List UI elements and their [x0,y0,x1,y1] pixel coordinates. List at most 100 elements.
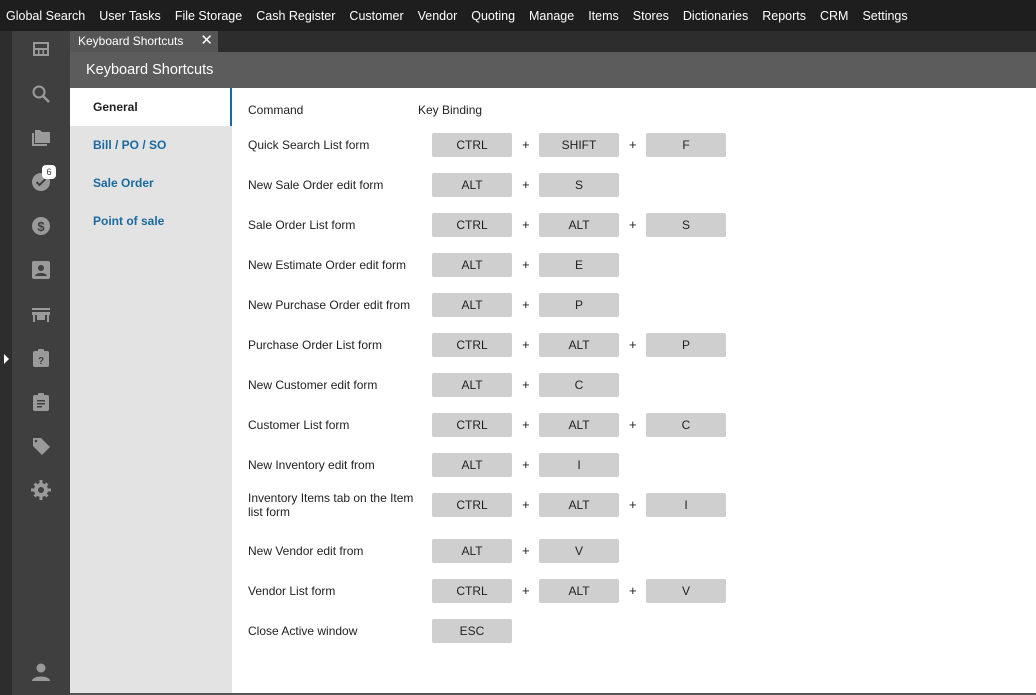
shortcut-row: New Sale Order edit form ALT S + [232,173,1036,197]
plus-sign: + [629,217,637,232]
key-cap: I [539,453,619,477]
key-cap: ALT [539,213,619,237]
shortcut-row: Vendor List form CTRL ALT + V + [232,579,1036,603]
svg-text:$: $ [37,219,45,234]
key-cap: V [646,579,726,603]
nav-item-sale-order[interactable]: Sale Order [70,164,232,202]
command-label: Vendor List form [248,584,336,598]
key-cap: P [539,293,619,317]
plus-sign: + [629,497,637,512]
menu-item-settings[interactable]: Settings [862,9,907,23]
column-header-command: Command [248,103,304,117]
shortcut-row: New Inventory edit from ALT I + [232,453,1036,477]
key-cap: CTRL [432,333,512,357]
key-cap: F [646,133,726,157]
contact-icon[interactable] [31,260,51,280]
key-cap: ALT [539,413,619,437]
plus-sign: + [522,177,530,192]
nav-item-bill-po-so[interactable]: Bill / PO / SO [70,126,232,164]
menu-item-items[interactable]: Items [588,9,619,23]
nav-item-general[interactable]: General [70,88,232,126]
key-cap: ALT [432,173,512,197]
tasks-count-badge: 6 [42,165,56,179]
key-cap: CTRL [432,579,512,603]
column-header-key-binding: Key Binding [418,103,483,117]
sidebar-expand-strip[interactable] [0,31,12,695]
command-label: Customer List form [248,418,350,432]
store-icon[interactable] [31,305,51,325]
menu-item-crm[interactable]: CRM [820,9,848,23]
shortcut-row: New Customer edit form ALT C + [232,373,1036,397]
key-cap: S [539,173,619,197]
key-cap: ALT [432,253,512,277]
plus-sign: + [629,417,637,432]
nav-item-point-of-sale[interactable]: Point of sale [70,202,232,240]
menu-item-stores[interactable]: Stores [633,9,669,23]
shortcut-row: Quick Search List form CTRL SHIFT + F + [232,133,1036,157]
command-label: New Inventory edit from [248,458,375,472]
command-label: New Purchase Order edit from [248,298,411,312]
key-cap: ALT [539,333,619,357]
plus-sign: + [522,417,530,432]
settings-icon[interactable] [31,480,51,500]
plus-sign: + [629,137,637,152]
key-cap: ESC [432,619,512,643]
menu-item-cash-register[interactable]: Cash Register [256,9,335,23]
dollar-icon[interactable]: $ [31,216,51,236]
shortcut-row: New Estimate Order edit form ALT E + [232,253,1036,277]
shortcut-row: New Vendor edit from ALT V + [232,539,1036,563]
dashboard-icon[interactable] [31,39,51,59]
menu-bar: Global Search User Tasks File Storage Cash … [0,0,1036,31]
key-cap: ALT [432,373,512,397]
shortcut-row: Purchase Order List form CTRL ALT + P + [232,333,1036,357]
menu-item-dictionaries[interactable]: Dictionaries [683,9,748,23]
key-cap: C [539,373,619,397]
expand-arrow-icon[interactable] [4,354,9,364]
menu-item-customer[interactable]: Customer [349,9,403,23]
command-label: Purchase Order List form [248,338,383,352]
shortcut-row: New Purchase Order edit from ALT P + [232,293,1036,317]
plus-sign: + [522,497,530,512]
command-label: New Vendor edit from [248,544,364,558]
key-cap: S [646,213,726,237]
folder-icon[interactable] [31,128,51,148]
svg-text:?: ? [38,356,44,367]
menu-item-global-search[interactable]: Global Search [6,9,85,23]
key-cap: CTRL [432,213,512,237]
command-label: New Estimate Order edit form [248,258,407,272]
tab-label: Keyboard Shortcuts [78,34,184,48]
key-cap: ALT [432,293,512,317]
menu-item-user-tasks[interactable]: User Tasks [99,9,161,23]
command-label: New Customer edit form [248,378,378,392]
plus-sign: + [522,217,530,232]
key-cap: E [539,253,619,277]
menu-item-manage[interactable]: Manage [529,9,574,23]
user-icon[interactable] [31,662,51,682]
key-cap: ALT [432,539,512,563]
key-cap: ALT [432,453,512,477]
quote-clipboard-icon[interactable]: ? [31,348,51,368]
page-title: Keyboard Shortcuts [70,52,1036,88]
menu-item-file-storage[interactable]: File Storage [175,9,242,23]
shortcut-row: Close Active window ESC [232,619,1036,643]
tab-keyboard-shortcuts[interactable]: Keyboard Shortcuts ✕ [70,31,218,52]
tag-icon[interactable] [31,436,51,456]
plus-sign: + [522,257,530,272]
shortcut-row: Sale Order List form CTRL ALT + S + [232,213,1036,237]
menu-item-vendor[interactable]: Vendor [418,9,458,23]
icon-sidebar: $? 6 [12,31,70,695]
clipboard-icon[interactable] [31,392,51,412]
menu-item-reports[interactable]: Reports [762,9,806,23]
plus-sign: + [522,457,530,472]
menu-item-quoting[interactable]: Quoting [471,9,515,23]
plus-sign: + [629,583,637,598]
command-label: Quick Search List form [248,138,370,152]
plus-sign: + [522,297,530,312]
key-cap: P [646,333,726,357]
tab-bar: Keyboard Shortcuts ✕ [70,31,1036,52]
plus-sign: + [522,337,530,352]
close-icon[interactable]: ✕ [200,31,213,51]
search-icon[interactable] [31,84,51,104]
plus-sign: + [522,137,530,152]
command-label: Inventory Items tab on the Item list for… [248,491,414,519]
